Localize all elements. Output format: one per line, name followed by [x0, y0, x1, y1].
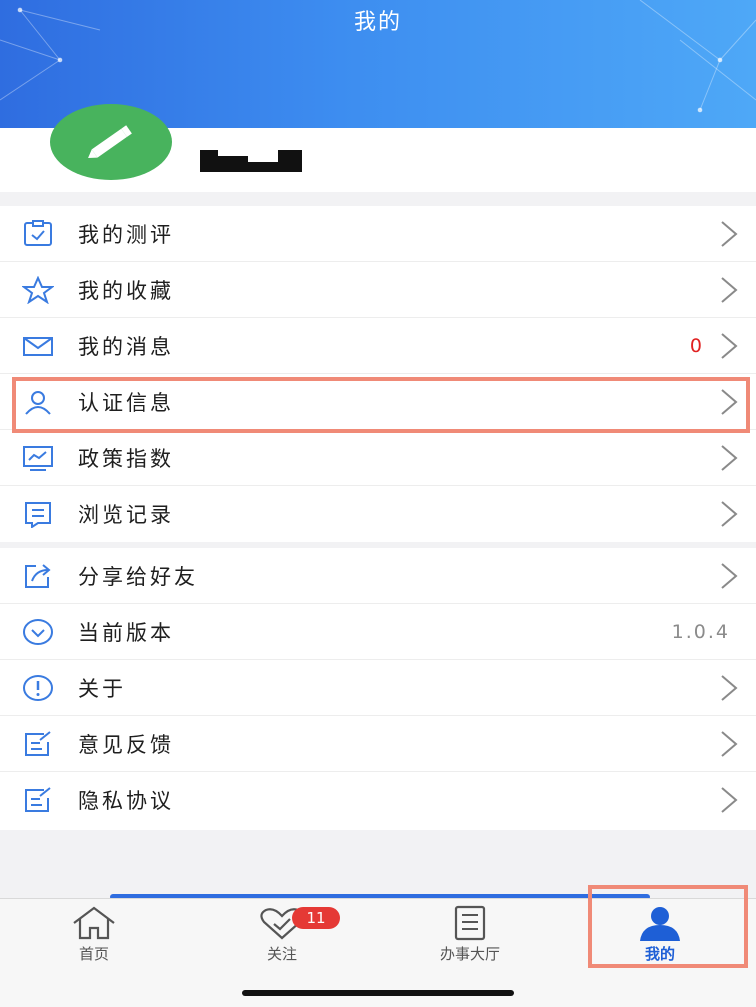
menu-item-label: 意见反馈 [78, 732, 174, 757]
home-icon [73, 906, 115, 940]
menu-item-label: 隐私协议 [78, 789, 174, 813]
menu-item-label: 当前版本 [78, 620, 174, 645]
menu-item-feedback[interactable]: 意见反馈 [0, 716, 756, 772]
menu-item-messages[interactable]: 我的消息 0 [0, 318, 756, 374]
menu-item-policy-index[interactable]: 政策指数 [0, 430, 756, 486]
chart-monitor-icon [23, 445, 53, 471]
menu-item-label: 政策指数 [78, 446, 174, 471]
tab-label: 办事大厅 [439, 945, 500, 963]
clipboard-check-icon [24, 219, 52, 246]
chevron-right-icon [721, 388, 738, 415]
tab-home[interactable]: 首页 [34, 905, 154, 965]
menu-group-account: 我的测评 我的收藏 我的消息 0 认证信息 政策指数 浏览记录 [0, 206, 756, 542]
share-icon [25, 563, 51, 588]
document-icon [454, 905, 486, 941]
chevron-right-icon [721, 562, 738, 589]
star-icon [22, 275, 54, 304]
menu-item-share[interactable]: 分享给好友 [0, 548, 756, 604]
tab-follow[interactable]: 关注 11 [222, 905, 342, 965]
chevron-right-icon [721, 220, 738, 247]
tab-label: 关注 [266, 945, 297, 963]
pencil-icon [88, 125, 132, 159]
chevron-right-icon [721, 787, 738, 813]
menu-item-privacy[interactable]: 隐私协议 [0, 772, 756, 828]
user-icon [25, 390, 51, 415]
message-count: 0 [689, 334, 702, 357]
edit-icon [25, 730, 51, 756]
tab-service-hall[interactable]: 办事大厅 [410, 905, 530, 965]
download-circle-icon [23, 618, 53, 645]
menu-item-about[interactable]: 关于 [0, 660, 756, 716]
avatar[interactable] [50, 104, 172, 180]
menu-item-favorites[interactable]: 我的收藏 [0, 262, 756, 318]
envelope-icon [23, 336, 53, 356]
highlight-box-tab-mine [588, 885, 748, 968]
menu-item-history[interactable]: 浏览记录 [0, 486, 756, 542]
menu-item-label: 我的消息 [78, 334, 174, 359]
menu-item-label: 认证信息 [78, 390, 174, 415]
menu-item-label: 我的收藏 [78, 278, 174, 303]
chevron-right-icon [721, 444, 738, 471]
page-title: 我的 [353, 10, 402, 35]
chevron-right-icon [721, 730, 738, 757]
edit-icon [25, 787, 51, 812]
chevron-right-icon [721, 501, 738, 527]
menu-item-label: 浏览记录 [78, 503, 174, 527]
notification-badge: 11 [292, 907, 340, 929]
menu-item-label: 分享给好友 [78, 564, 198, 589]
menu-item-version[interactable]: 当前版本 1.0.4 [0, 604, 756, 660]
message-list-icon [25, 502, 51, 528]
chevron-right-icon [721, 674, 738, 701]
tab-label: 首页 [78, 945, 109, 963]
chevron-right-icon [721, 332, 738, 359]
menu-group-app: 分享给好友 当前版本 1.0.4 关于 意见反馈 隐私协议 [0, 548, 756, 830]
info-circle-icon [23, 674, 53, 701]
version-value: 1.0.4 [671, 620, 730, 643]
menu-item-verification[interactable]: 认证信息 [0, 374, 756, 430]
home-indicator [242, 990, 514, 996]
menu-item-assessment[interactable]: 我的测评 [0, 206, 756, 262]
menu-item-label: 关于 [78, 676, 126, 701]
username-redacted [200, 150, 302, 172]
chevron-right-icon [721, 276, 738, 303]
menu-item-label: 我的测评 [78, 222, 174, 247]
